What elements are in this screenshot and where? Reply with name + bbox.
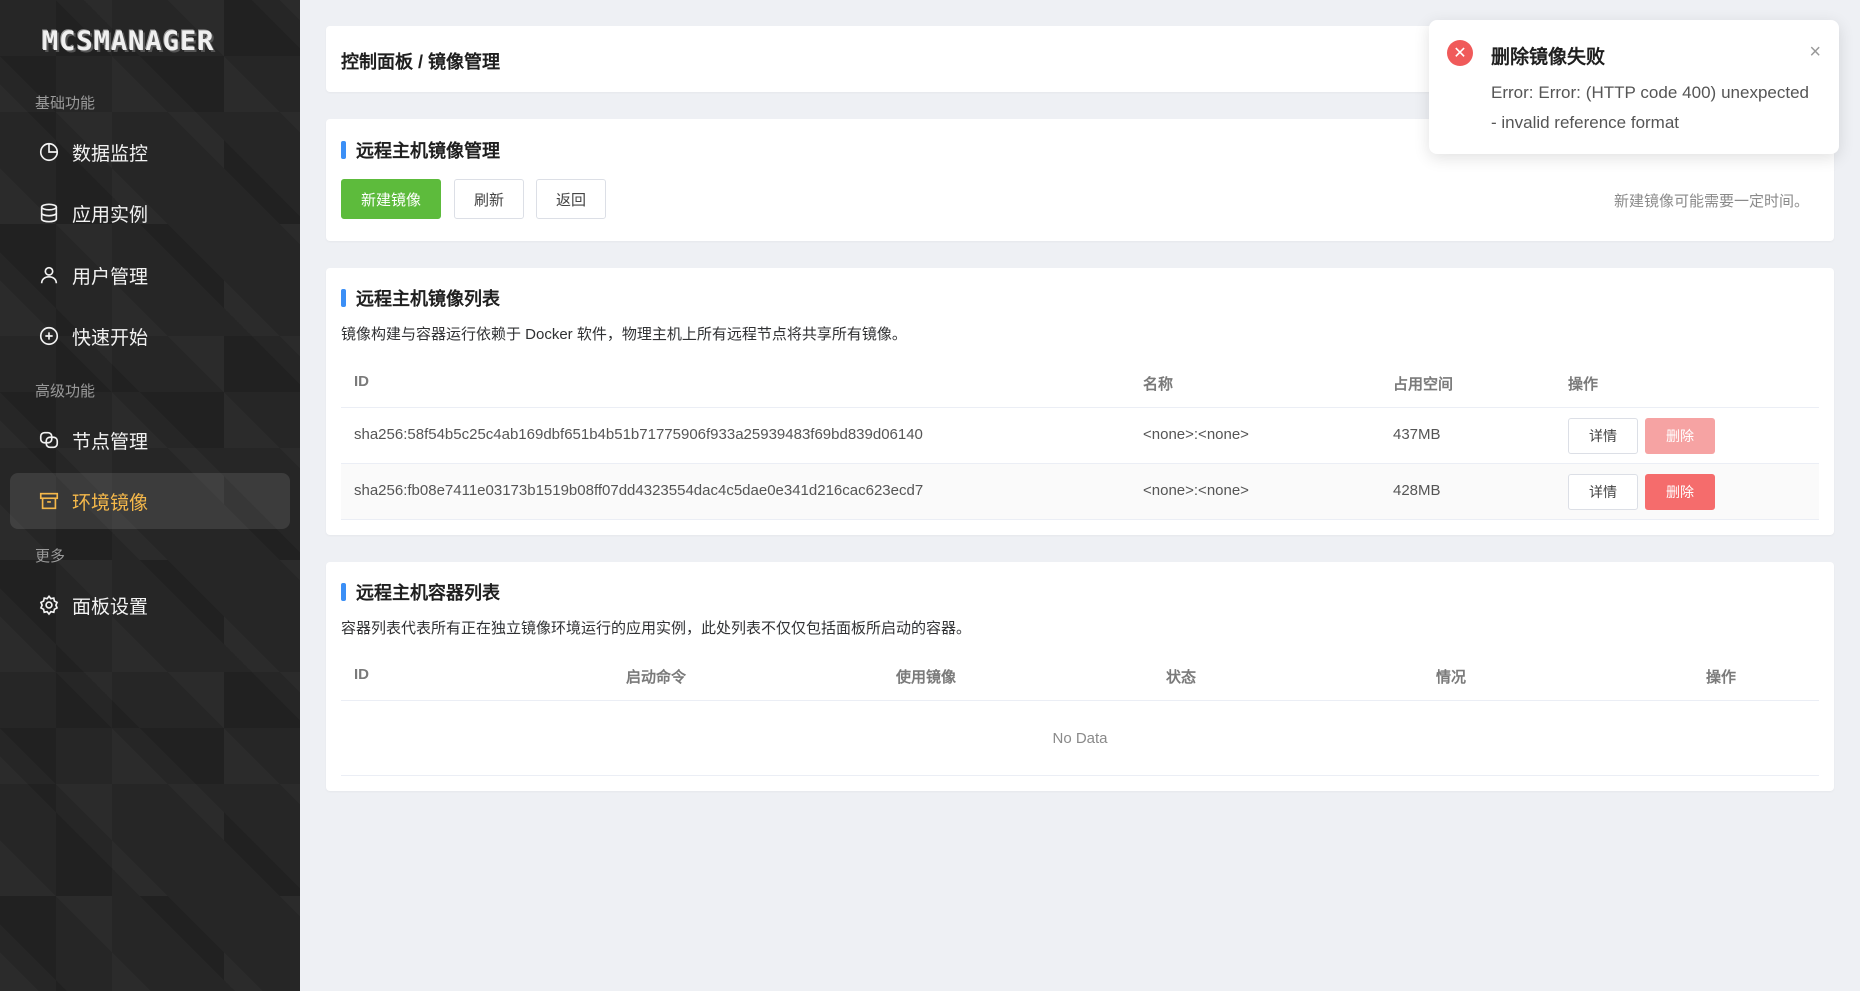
- column-header-image[interactable]: 使用镜像: [896, 666, 956, 687]
- sidebar-item-label: 面板设置: [72, 596, 149, 618]
- sidebar-item-label: 节点管理: [72, 431, 149, 453]
- sidebar-item-label: 应用实例: [72, 204, 149, 226]
- table-row: sha256:58f54b5c25c4ab169dbf651b4b51b7177…: [341, 407, 1819, 463]
- column-header-id[interactable]: ID: [354, 666, 369, 683]
- back-button[interactable]: 返回: [536, 179, 606, 219]
- card-title-text: 远程主机镜像列表: [356, 289, 500, 309]
- sidebar: MCSMANAGER 基础功能 数据监控 应用实例 用户管理 快速开始 高级功能…: [0, 0, 300, 991]
- image-name: <none>:<none>: [1143, 482, 1249, 499]
- container-list-description: 容器列表代表所有正在独立镜像环境运行的应用实例，此处列表不仅仅包括面板所启动的容…: [341, 620, 972, 637]
- nodes-icon: [38, 429, 60, 451]
- card-title: 远程主机镜像列表: [341, 285, 500, 311]
- sidebar-item-nodes[interactable]: 节点管理: [10, 412, 290, 468]
- column-header-status[interactable]: 状态: [1166, 666, 1196, 687]
- table-row: sha256:fb08e7411e03173b1519b08ff07dd4323…: [341, 463, 1819, 519]
- nav-section-advanced: 高级功能: [35, 383, 96, 400]
- nav-section-basic: 基础功能: [35, 95, 96, 112]
- sidebar-item-label: 环境镜像: [72, 492, 149, 514]
- delete-button[interactable]: 删除: [1645, 418, 1715, 454]
- table-divider: [341, 775, 1819, 776]
- column-header-command[interactable]: 启动命令: [626, 666, 686, 687]
- breadcrumb: 控制面板 / 镜像管理: [341, 52, 501, 72]
- title-accent-bar: [341, 583, 346, 601]
- sidebar-item-quick-start[interactable]: 快速开始: [10, 308, 290, 364]
- sidebar-item-users[interactable]: 用户管理: [10, 247, 290, 303]
- delete-button[interactable]: 删除: [1645, 474, 1715, 510]
- column-header-name[interactable]: 名称: [1143, 373, 1173, 394]
- notification-message: Error: Error: (HTTP code 400) unexpected…: [1491, 83, 1809, 132]
- column-header-condition[interactable]: 情况: [1436, 666, 1466, 687]
- image-id: sha256:58f54b5c25c4ab169dbf651b4b51b7177…: [354, 426, 923, 443]
- column-header-actions[interactable]: 操作: [1568, 373, 1598, 394]
- notification-title: 删除镜像失败: [1491, 47, 1606, 68]
- card-title: 远程主机镜像管理: [341, 137, 500, 163]
- card-title-text: 远程主机镜像管理: [356, 141, 500, 161]
- container-list-card: 远程主机容器列表 容器列表代表所有正在独立镜像环境运行的应用实例，此处列表不仅仅…: [326, 562, 1834, 791]
- gear-icon: [38, 594, 60, 616]
- sidebar-item-label: 数据监控: [72, 143, 149, 165]
- sidebar-item-settings[interactable]: 面板设置: [10, 577, 290, 633]
- user-icon: [38, 264, 60, 286]
- sidebar-item-images[interactable]: 环境镜像: [10, 473, 290, 529]
- column-header-id[interactable]: ID: [354, 373, 369, 390]
- error-icon: ✕: [1447, 40, 1473, 66]
- error-notification: ✕ 删除镜像失败 × Error: Error: (HTTP code 400)…: [1429, 20, 1839, 154]
- sidebar-item-label: 快速开始: [72, 327, 149, 349]
- pie-chart-icon: [38, 141, 60, 163]
- table-divider: [341, 519, 1819, 520]
- detail-button[interactable]: 详情: [1568, 474, 1638, 510]
- empty-state-text: No Data: [1052, 730, 1108, 747]
- image-list-card: 远程主机镜像列表 镜像构建与容器运行依赖于 Docker 软件，物理主机上所有远…: [326, 268, 1834, 535]
- sidebar-item-data-monitor[interactable]: 数据监控: [10, 124, 290, 180]
- column-header-actions[interactable]: 操作: [1706, 666, 1736, 687]
- app-logo: MCSMANAGER: [42, 25, 215, 57]
- image-size: 428MB: [1393, 482, 1441, 499]
- image-list-description: 镜像构建与容器运行依赖于 Docker 软件，物理主机上所有远程节点将共享所有镜…: [341, 326, 907, 343]
- database-icon: [38, 202, 60, 224]
- column-header-size[interactable]: 占用空间: [1393, 373, 1453, 394]
- new-image-button[interactable]: 新建镜像: [341, 179, 441, 219]
- nav-section-more: 更多: [35, 548, 66, 565]
- image-size: 437MB: [1393, 426, 1441, 443]
- title-accent-bar: [341, 141, 346, 159]
- box-icon: [38, 490, 60, 512]
- image-name: <none>:<none>: [1143, 426, 1249, 443]
- table-divider: [341, 700, 1819, 701]
- title-accent-bar: [341, 289, 346, 307]
- image-id: sha256:fb08e7411e03173b1519b08ff07dd4323…: [354, 482, 924, 499]
- plus-circle-icon: [38, 325, 60, 347]
- card-title-text: 远程主机容器列表: [356, 583, 500, 603]
- card-title: 远程主机容器列表: [341, 579, 500, 605]
- close-icon[interactable]: ×: [1809, 42, 1821, 62]
- detail-button[interactable]: 详情: [1568, 418, 1638, 454]
- sidebar-item-label: 用户管理: [72, 266, 149, 288]
- sidebar-item-instances[interactable]: 应用实例: [10, 185, 290, 241]
- hint-text: 新建镜像可能需要一定时间。: [1613, 193, 1809, 210]
- refresh-button[interactable]: 刷新: [454, 179, 524, 219]
